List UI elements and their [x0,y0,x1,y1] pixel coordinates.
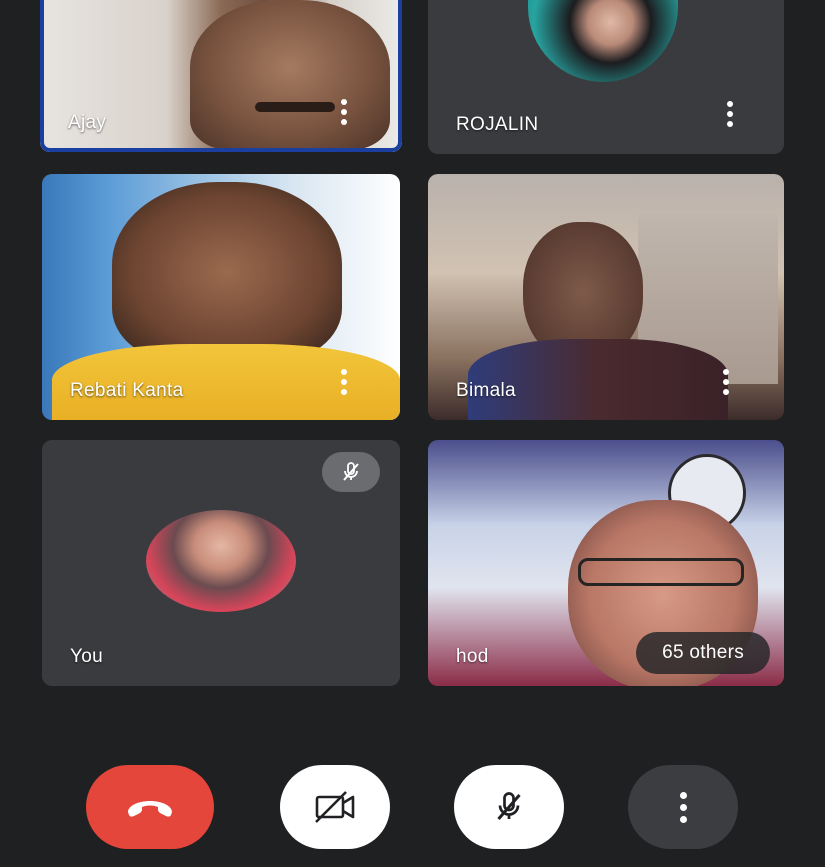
avatar [146,510,296,612]
participant-name: Rebati Kanta [70,380,184,401]
video-off-icon [315,791,355,823]
mic-off-icon [343,462,359,481]
more-options-icon[interactable] [332,92,356,132]
phone-hangup-icon [128,801,172,817]
mic-muted-badge [322,452,380,492]
participant-tile-rebati-kanta[interactable]: Rebati Kanta [42,174,400,420]
participant-name: Ajay [68,112,107,133]
more-vertical-icon [679,791,687,823]
end-call-button[interactable] [86,765,214,849]
participant-tile-rojalin[interactable]: ROJALIN [428,0,784,154]
participant-tile-hod[interactable]: hod 65 others [428,440,784,686]
others-count-button[interactable]: 65 others [636,632,770,674]
more-options-icon[interactable] [718,94,742,134]
participant-name: You [70,646,103,667]
participant-tile-bimala[interactable]: Bimala [428,174,784,420]
participant-name: Bimala [456,380,516,401]
more-options-button[interactable] [628,765,738,849]
avatar [528,0,678,82]
participant-tile-you[interactable]: You [42,440,400,686]
more-options-icon[interactable] [714,362,738,402]
participant-name: ROJALIN [456,114,539,135]
mic-off-icon [497,792,521,820]
camera-toggle-button[interactable] [280,765,390,849]
participant-name: hod [456,646,489,667]
more-options-icon[interactable] [332,362,356,402]
microphone-toggle-button[interactable] [454,765,564,849]
participant-tile-ajay[interactable]: Ajay [40,0,402,152]
